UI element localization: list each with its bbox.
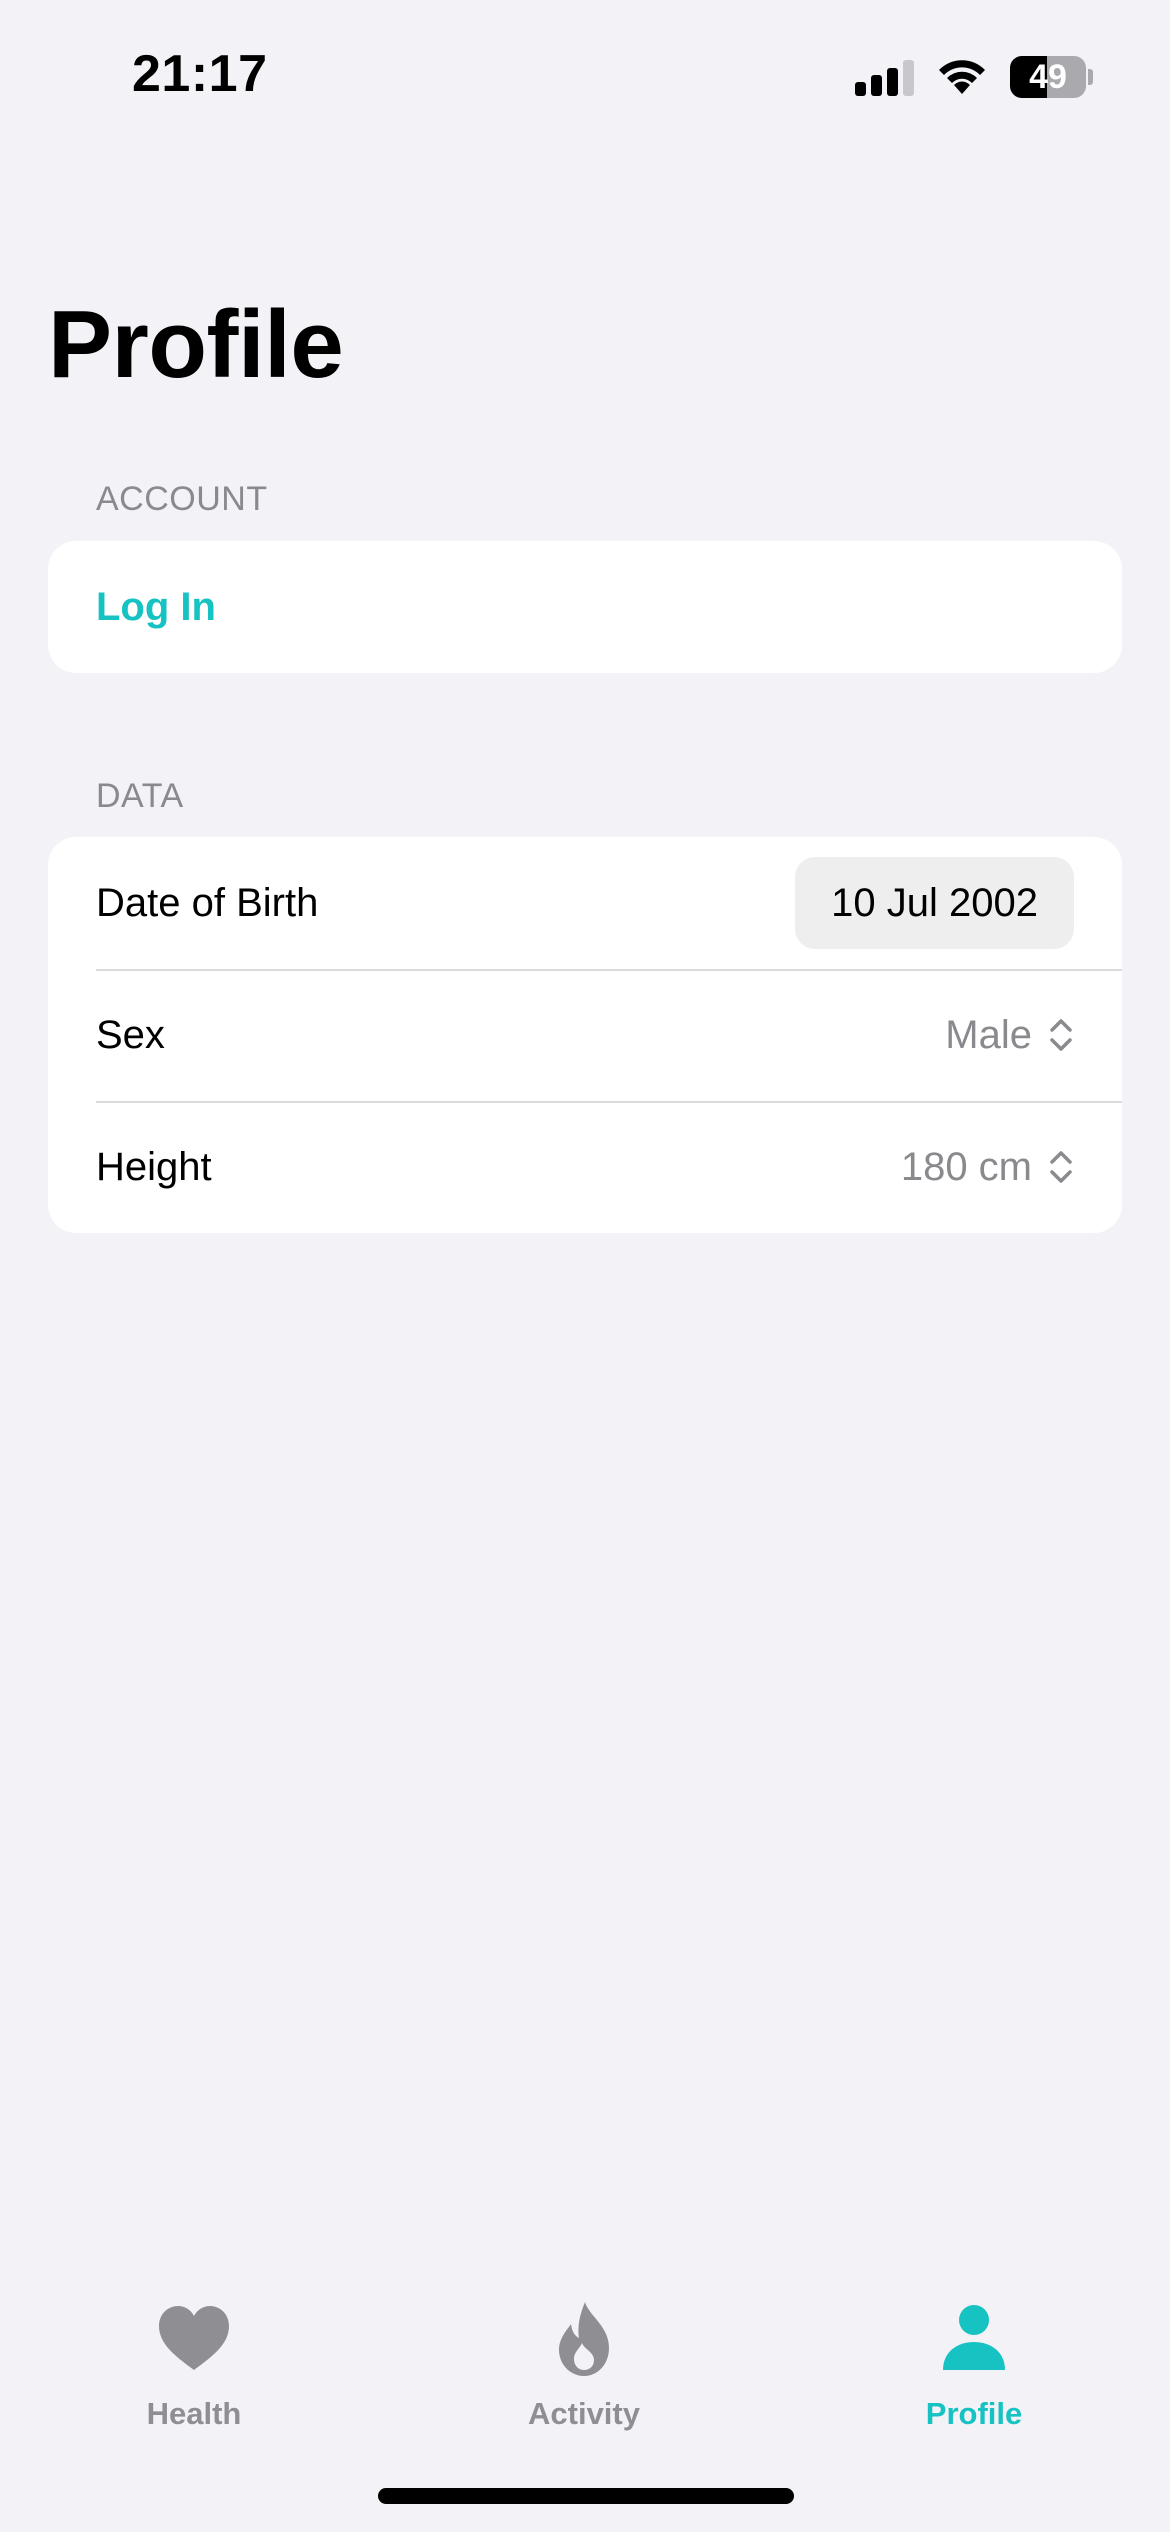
height-label: Height: [96, 1144, 212, 1189]
date-of-birth-picker[interactable]: 10 Jul 2002: [795, 857, 1074, 949]
date-of-birth-row: Date of Birth 10 Jul 2002: [48, 837, 1122, 969]
tab-health[interactable]: Health: [64, 2300, 324, 2432]
battery-cap: [1088, 69, 1093, 85]
signal-bar: [871, 75, 882, 96]
status-time: 21:17: [132, 45, 268, 103]
data-card: Date of Birth 10 Jul 2002 Sex Male Heigh…: [48, 837, 1122, 1233]
wifi-icon: [939, 60, 985, 94]
tab-health-label: Health: [146, 2396, 242, 2431]
battery-icon: 49: [1010, 56, 1093, 98]
person-icon: [943, 2305, 1005, 2370]
height-value: 180 cm: [900, 1144, 1032, 1189]
height-row: Height 180 cm: [48, 1101, 1122, 1233]
tab-bar: Health Activity Profile: [0, 2270, 1170, 2450]
account-section-header: ACCOUNT: [96, 480, 268, 518]
tab-profile-label: Profile: [925, 2396, 1023, 2431]
flame-icon: [559, 2302, 609, 2376]
signal-bar: [903, 60, 914, 96]
tab-activity[interactable]: Activity: [454, 2300, 714, 2432]
home-indicator[interactable]: [378, 2488, 794, 2504]
cellular-signal-icon: [855, 60, 915, 96]
sex-value: Male: [945, 1012, 1032, 1057]
page-title: Profile: [48, 291, 344, 398]
log-in-button[interactable]: Log In: [48, 541, 1122, 673]
sex-row: Sex Male: [48, 969, 1122, 1101]
screen: 21:17 49 Profile ACCOUNT Log In DATA Dat…: [0, 0, 1170, 2532]
data-section-header: DATA: [96, 777, 184, 815]
tab-activity-label: Activity: [528, 2396, 640, 2431]
heart-icon: [159, 2306, 229, 2370]
battery-level: 49: [1029, 58, 1067, 96]
date-of-birth-label: Date of Birth: [96, 880, 319, 925]
tab-profile[interactable]: Profile: [844, 2300, 1104, 2432]
height-picker[interactable]: 180 cm: [901, 1145, 1074, 1190]
account-card: Log In: [48, 541, 1122, 673]
sex-picker[interactable]: Male: [945, 1013, 1074, 1058]
sex-label: Sex: [96, 1012, 165, 1057]
battery-body: 49: [1010, 56, 1086, 98]
status-bar: 21:17 49: [0, 0, 1170, 150]
chevron-up-down-icon: [1050, 1019, 1072, 1051]
signal-bar: [855, 82, 866, 96]
signal-bar: [887, 68, 898, 96]
chevron-up-down-icon: [1050, 1151, 1072, 1183]
